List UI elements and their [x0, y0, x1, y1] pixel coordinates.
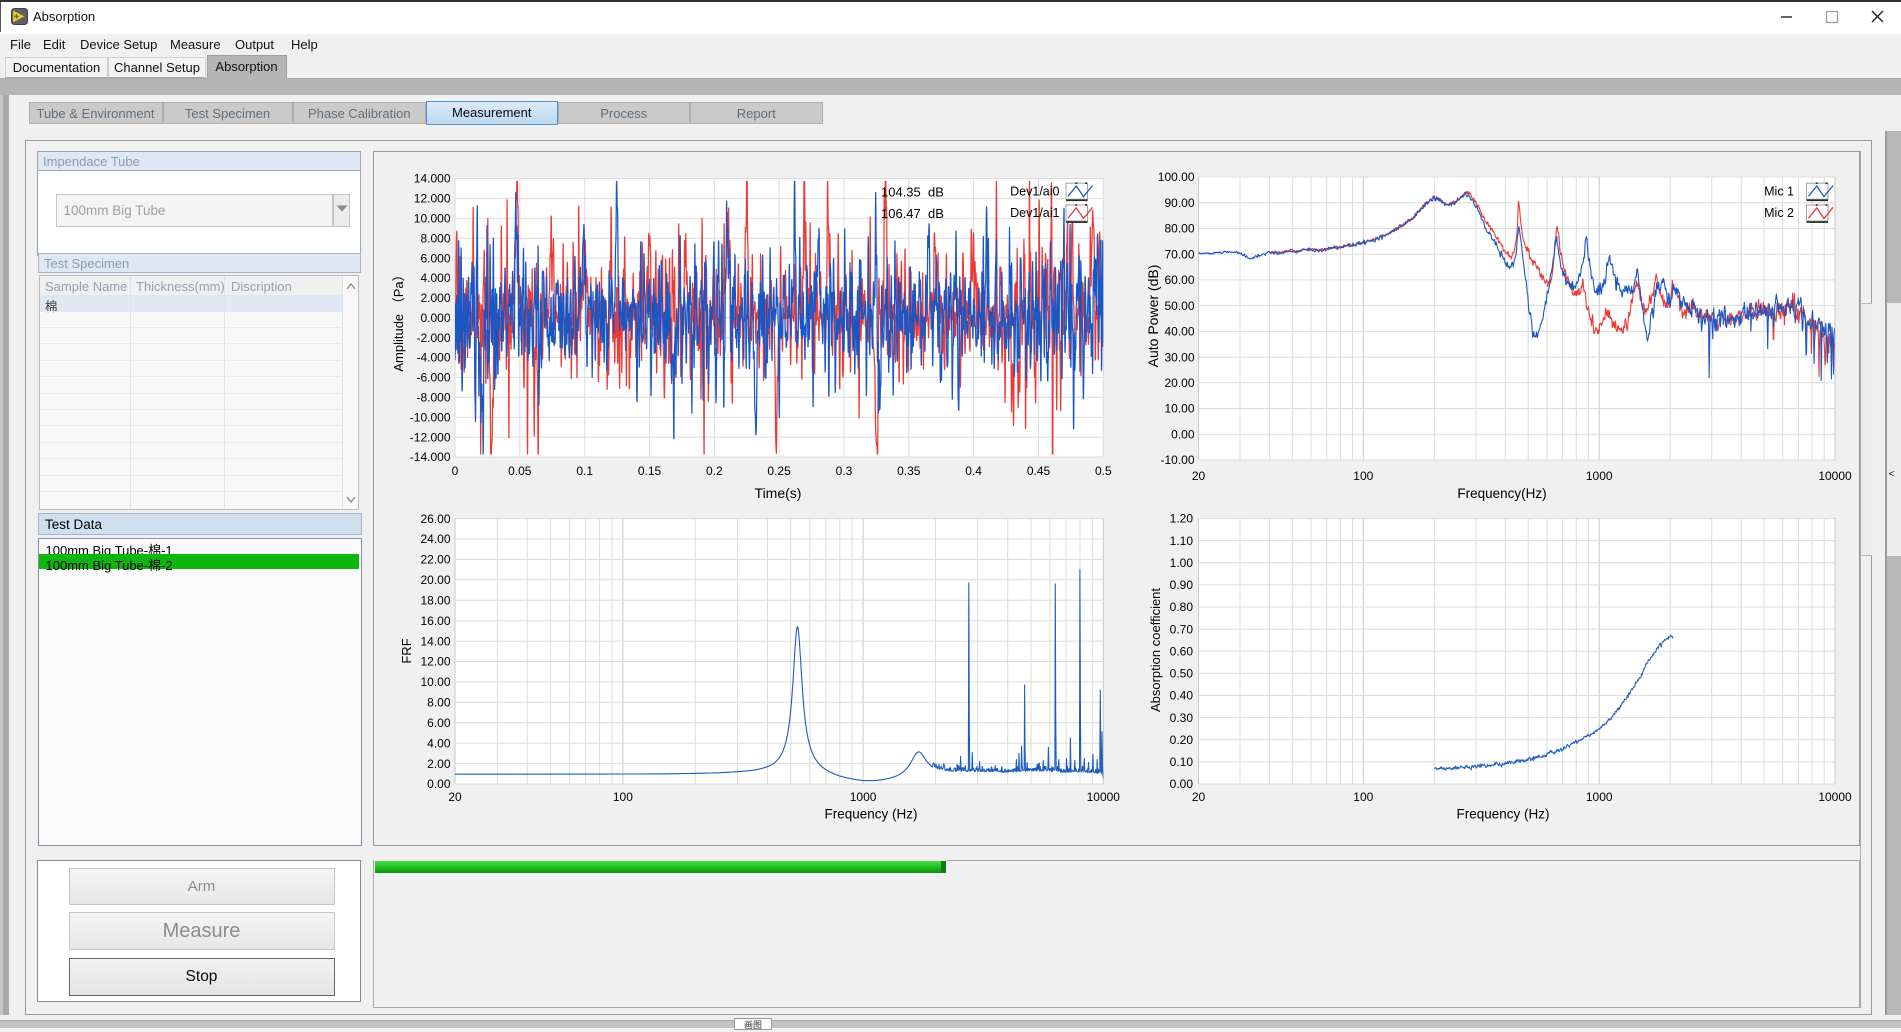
svg-text:0.70: 0.70 [1170, 622, 1194, 636]
svg-text:20: 20 [1192, 790, 1206, 804]
svg-text:0.000: 0.000 [420, 311, 450, 325]
svg-text:0.2: 0.2 [706, 464, 723, 478]
svg-text:-2.000: -2.000 [416, 331, 450, 345]
svg-text:50.00: 50.00 [1164, 299, 1194, 313]
svg-text:0.1: 0.1 [576, 464, 593, 478]
svg-text:Frequency(Hz): Frequency(Hz) [1457, 486, 1546, 501]
svg-text:0.45: 0.45 [1027, 464, 1051, 478]
svg-text:0.20: 0.20 [1170, 733, 1194, 747]
svg-text:4.000: 4.000 [420, 271, 450, 285]
svg-text:4.00: 4.00 [427, 736, 451, 750]
svg-text:100.00: 100.00 [1158, 170, 1195, 184]
svg-text:14.000: 14.000 [414, 172, 451, 186]
svg-text:0.00: 0.00 [427, 777, 451, 791]
svg-text:40.00: 40.00 [1164, 325, 1194, 339]
svg-text:0.50: 0.50 [1170, 667, 1194, 681]
svg-text:0.00: 0.00 [1171, 428, 1195, 442]
svg-text:2.000: 2.000 [420, 291, 450, 305]
svg-text:0.05: 0.05 [508, 464, 532, 478]
svg-text:1000: 1000 [1586, 790, 1613, 804]
svg-text:Amplitude （Pa）: Amplitude （Pa） [391, 268, 406, 371]
svg-text:-10.000: -10.000 [410, 410, 451, 424]
svg-text:80.00: 80.00 [1164, 222, 1194, 236]
svg-text:Dev1/ai0: Dev1/ai0 [1010, 185, 1059, 199]
svg-text:-12.000: -12.000 [410, 430, 451, 444]
svg-text:Frequency (Hz): Frequency (Hz) [824, 806, 917, 821]
svg-text:6.000: 6.000 [420, 251, 450, 265]
svg-text:0.40: 0.40 [1170, 689, 1194, 703]
svg-text:12.00: 12.00 [420, 655, 450, 669]
svg-text:Mic 2: Mic 2 [1764, 206, 1794, 220]
svg-text:1.00: 1.00 [1170, 556, 1194, 570]
svg-text:0.25: 0.25 [767, 464, 791, 478]
svg-text:90.00: 90.00 [1164, 196, 1194, 210]
svg-text:0.90: 0.90 [1170, 578, 1194, 592]
svg-text:104.35 dB: 104.35 dB [881, 185, 944, 200]
svg-text:30.00: 30.00 [1164, 350, 1194, 364]
svg-text:0.4: 0.4 [965, 464, 982, 478]
svg-text:-6.000: -6.000 [416, 371, 450, 385]
svg-text:Time(s): Time(s) [755, 485, 802, 501]
svg-text:10.000: 10.000 [414, 212, 451, 226]
svg-text:1.20: 1.20 [1170, 512, 1194, 526]
svg-text:1000: 1000 [1586, 469, 1613, 483]
svg-text:-14.000: -14.000 [410, 450, 451, 464]
svg-text:70.00: 70.00 [1164, 247, 1194, 261]
svg-text:8.000: 8.000 [420, 231, 450, 245]
svg-text:100: 100 [613, 790, 633, 804]
svg-text:2.00: 2.00 [427, 757, 451, 771]
svg-text:-10.00: -10.00 [1160, 453, 1194, 467]
svg-text:0.15: 0.15 [638, 464, 662, 478]
svg-text:12.000: 12.000 [414, 192, 451, 206]
svg-text:-4.000: -4.000 [416, 351, 450, 365]
svg-text:0.30: 0.30 [1170, 711, 1194, 725]
svg-text:Absorption coefficient: Absorption coefficient [1148, 588, 1163, 712]
svg-text:8.00: 8.00 [427, 696, 451, 710]
svg-text:1000: 1000 [850, 790, 877, 804]
svg-text:FRF: FRF [399, 638, 414, 663]
svg-text:60.00: 60.00 [1164, 273, 1194, 287]
svg-text:22.00: 22.00 [420, 553, 450, 567]
svg-text:Auto Power (dB): Auto Power (dB) [1145, 265, 1161, 368]
svg-text:100: 100 [1353, 469, 1373, 483]
svg-text:0.3: 0.3 [836, 464, 853, 478]
svg-text:10.00: 10.00 [1164, 402, 1194, 416]
svg-text:6.00: 6.00 [427, 716, 451, 730]
svg-text:10.00: 10.00 [420, 675, 450, 689]
svg-text:-8.000: -8.000 [416, 391, 450, 405]
svg-text:100: 100 [1353, 790, 1373, 804]
svg-text:18.00: 18.00 [420, 594, 450, 608]
svg-text:10000: 10000 [1818, 469, 1852, 483]
svg-text:0.00: 0.00 [1170, 777, 1194, 791]
svg-text:Dev1/ai1: Dev1/ai1 [1010, 206, 1059, 220]
svg-text:0.80: 0.80 [1170, 600, 1194, 614]
svg-text:0: 0 [452, 464, 459, 478]
svg-text:20.00: 20.00 [420, 573, 450, 587]
svg-text:24.00: 24.00 [420, 532, 450, 546]
svg-text:0.60: 0.60 [1170, 644, 1194, 658]
svg-text:10000: 10000 [1818, 790, 1852, 804]
svg-text:106.47 dB: 106.47 dB [881, 206, 944, 221]
svg-text:Frequency (Hz): Frequency (Hz) [1456, 806, 1549, 821]
svg-text:20: 20 [448, 790, 462, 804]
svg-text:16.00: 16.00 [420, 614, 450, 628]
svg-text:0.10: 0.10 [1170, 755, 1194, 769]
svg-text:1.10: 1.10 [1170, 534, 1194, 548]
svg-text:Mic 1: Mic 1 [1764, 185, 1794, 199]
svg-text:20: 20 [1192, 469, 1206, 483]
svg-text:26.00: 26.00 [420, 512, 450, 526]
svg-text:20.00: 20.00 [1164, 376, 1194, 390]
svg-text:10000: 10000 [1087, 790, 1121, 804]
svg-text:14.00: 14.00 [420, 634, 450, 648]
svg-text:0.5: 0.5 [1095, 464, 1112, 478]
svg-text:0.35: 0.35 [897, 464, 921, 478]
